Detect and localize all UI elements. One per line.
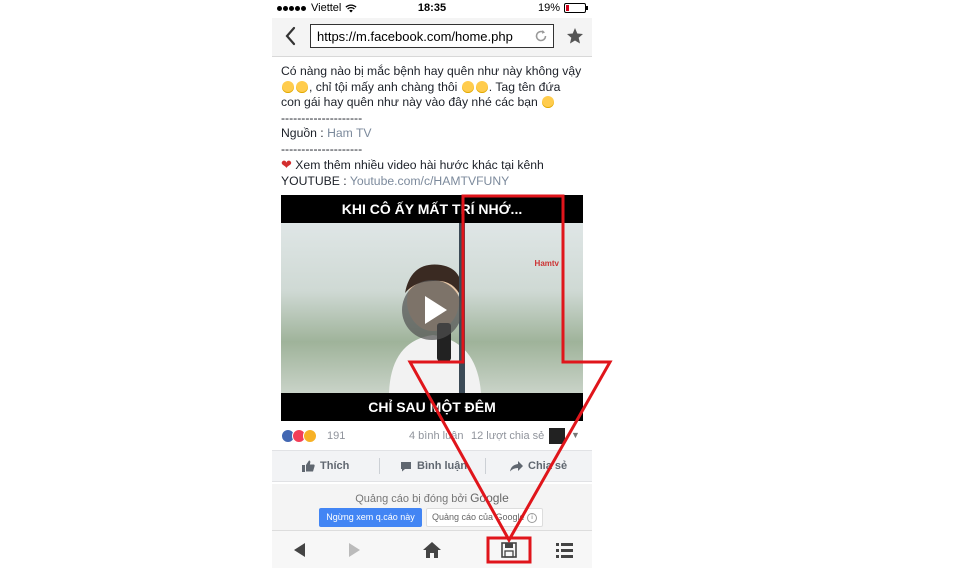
moon-emoji-icon	[296, 80, 308, 93]
bookmark-star-icon[interactable]	[566, 27, 584, 45]
post-line: , chỉ tội mấy anh chàng thôi	[309, 79, 458, 94]
avatar[interactable]	[549, 428, 565, 444]
back-arrow-icon[interactable]	[289, 539, 311, 561]
comment-label: Bình luận	[417, 460, 468, 472]
youtube-label: YOUTUBE :	[281, 173, 347, 188]
video-player[interactable]: KHI CÔ ẤY MẤT TRÍ NHỚ... Hamtv CHỈ SAU M…	[281, 195, 583, 421]
divider-text: --------------------	[281, 141, 363, 156]
play-button[interactable]	[402, 280, 462, 340]
comment-count[interactable]: 4 bình luận	[409, 430, 463, 442]
url-text: https://m.facebook.com/home.php	[317, 29, 513, 44]
ad-closed-label: Quảng cáo bị đóng bởi	[355, 493, 468, 505]
reload-icon[interactable]	[533, 28, 549, 44]
share-button[interactable]: Chia sẻ	[510, 451, 567, 481]
smile-emoji-icon	[461, 80, 474, 93]
google-logo: Google	[470, 491, 509, 505]
browser-toolbar	[272, 530, 592, 568]
battery-percent: 19%	[537, 2, 560, 14]
post-text: Có nàng nào bị mắc bệnh hay quên như này…	[281, 64, 586, 189]
video-bottom-caption: CHỈ SAU MỘT ĐÊM	[281, 393, 583, 421]
post-line: con gái hay quên như này vào đây nhé các…	[281, 95, 538, 109]
url-input[interactable]: https://m.facebook.com/home.php	[310, 24, 554, 48]
back-chevron-icon[interactable]	[282, 25, 300, 47]
menu-list-icon[interactable]	[553, 539, 575, 561]
share-arrow-icon	[510, 460, 523, 471]
share-count[interactable]: 12 lượt chia sẻ	[471, 430, 544, 442]
post-line: Có nàng nào bị mắc bệnh hay quên như này…	[281, 64, 582, 78]
google-ads-button[interactable]: Quảng cáo của Google i	[426, 508, 543, 527]
heart-icon: ❤	[281, 157, 292, 172]
status-bar: Viettel 18:35 19%	[272, 0, 592, 18]
address-bar: https://m.facebook.com/home.php	[272, 18, 592, 57]
info-icon: i	[527, 512, 538, 523]
haha-reaction-icon	[303, 429, 317, 443]
like-label: Thích	[320, 460, 350, 472]
ad-closed-panel: Quảng cáo bị đóng bởi Google Ngừng xem q…	[272, 484, 592, 530]
divider	[485, 458, 486, 474]
like-button[interactable]: Thích	[302, 451, 349, 481]
source-link[interactable]: Ham TV	[327, 126, 371, 140]
source-label: Nguồn :	[281, 126, 324, 140]
divider	[379, 458, 380, 474]
more-videos-text: Xem thêm nhiều video hài hước khác tại k…	[295, 158, 544, 172]
moon-emoji-icon	[282, 80, 294, 93]
reaction-icons	[281, 429, 317, 443]
phone-screen: Viettel 18:35 19% https://m.facebook.com…	[272, 0, 592, 568]
video-top-caption: KHI CÔ ẤY MẤT TRÍ NHỚ...	[281, 195, 583, 223]
save-icon[interactable]	[498, 539, 520, 561]
battery-icon	[564, 3, 588, 13]
google-ads-label: Quảng cáo của Google	[431, 512, 525, 522]
thumbs-up-icon	[302, 460, 315, 472]
home-icon[interactable]	[421, 539, 443, 561]
stop-ad-button[interactable]: Ngừng xem q.cáo này	[319, 508, 422, 527]
divider-text: --------------------	[281, 110, 363, 125]
smile-emoji-icon	[475, 80, 488, 93]
post-line: . Tag tên đứa	[488, 79, 561, 94]
forward-arrow-icon[interactable]	[343, 539, 365, 561]
ad-closed-text: Quảng cáo bị đóng bởi Google	[272, 491, 592, 505]
video-watermark: Hamtv	[534, 259, 559, 268]
youtube-link[interactable]: Youtube.com/c/HAMTVFUNY	[350, 174, 509, 188]
chevron-down-icon[interactable]: ▼	[571, 430, 580, 440]
smile-emoji-icon	[542, 96, 555, 108]
share-label: Chia sẻ	[528, 460, 568, 472]
reaction-count: 191	[327, 430, 346, 442]
comment-button[interactable]: Bình luận	[400, 451, 467, 481]
post-actions: Thích Bình luận Chia sẻ	[272, 450, 592, 482]
comment-icon	[401, 461, 411, 471]
reaction-stats[interactable]: 191 4 bình luận 12 lượt chia sẻ ▼	[281, 428, 583, 446]
